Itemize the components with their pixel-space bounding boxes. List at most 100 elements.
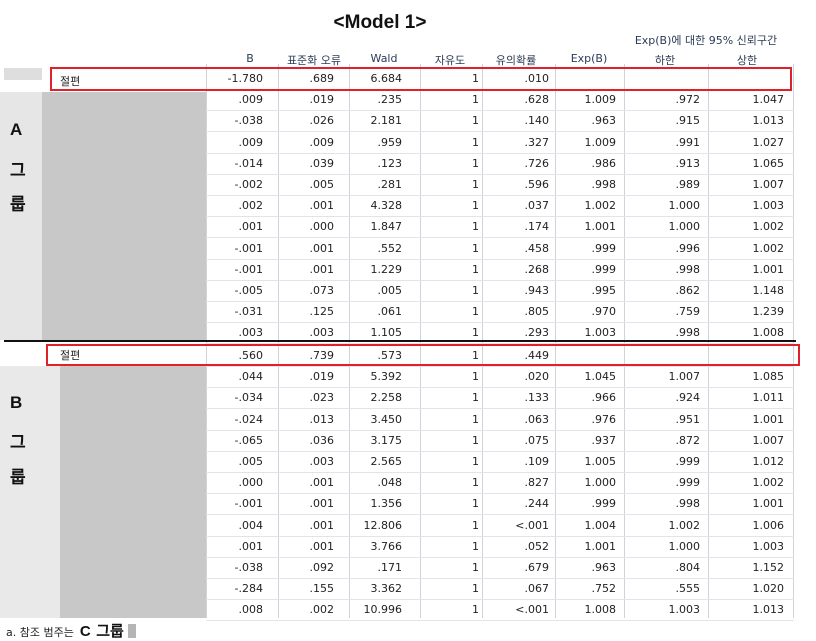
footnote-word: 그룹: [96, 623, 124, 640]
table-cell: 1.000: [668, 539, 701, 553]
table-cell: 1: [472, 114, 479, 128]
table-cell: .998: [591, 178, 617, 191]
table-cell: .943: [524, 284, 550, 297]
intercept-highlight-b: [46, 344, 800, 366]
table-cell: 1.000: [584, 476, 617, 490]
redacted-block: [42, 92, 206, 340]
table-cell: 1.013: [752, 114, 785, 128]
table-cell: 1.001: [584, 539, 617, 553]
table-cell: .555: [675, 582, 701, 596]
table-cell: 1.002: [752, 220, 785, 234]
table-cell: .000: [238, 476, 264, 490]
table-title: <Model 1>: [333, 12, 427, 33]
table-cell: 1: [472, 156, 479, 170]
table-cell: 2.258: [370, 391, 403, 405]
table-cell: .019: [309, 93, 335, 107]
table-cell: .966: [591, 391, 617, 405]
table-cell: 1.356: [370, 497, 403, 511]
table-cell: 1: [472, 603, 479, 617]
intercept-highlight-a: [50, 67, 792, 91]
table-cell: 1.001: [752, 412, 785, 426]
table-cell: -.024: [234, 412, 263, 426]
table-cell: 3.766: [370, 539, 403, 553]
table-cell: .073: [309, 284, 335, 297]
table-cell: -.031: [234, 305, 263, 319]
table-cell: .726: [524, 156, 550, 170]
header-sig: 유의확률: [495, 54, 537, 67]
table-cell: -.001: [234, 262, 263, 276]
table-cell: -.001: [234, 241, 263, 255]
table-cell: .628: [524, 93, 550, 107]
table-cell: 1.009: [584, 93, 617, 107]
table-cell: .026: [309, 114, 335, 128]
table-cell: .020: [524, 370, 550, 384]
table-cell: 12.806: [363, 518, 403, 532]
table-cell: .001: [309, 262, 335, 276]
table-cell: .039: [309, 156, 335, 170]
table-cell: .862: [675, 284, 701, 297]
table-cell: .174: [524, 220, 550, 234]
table-cell: .002: [238, 199, 264, 213]
table-cell: .937: [591, 433, 617, 447]
table-cell: .759: [675, 305, 701, 319]
table-cell: 1: [472, 220, 479, 234]
table-cell: -.014: [234, 156, 263, 170]
table-cell: 1.847: [370, 220, 403, 234]
table-cell: 1.020: [752, 582, 785, 596]
table-cell: 1: [472, 476, 479, 490]
table-cell: 1.003: [752, 539, 785, 553]
table-cell: 3.362: [370, 582, 403, 596]
table-cell: .972: [675, 93, 701, 107]
table-cell: 1.009: [584, 135, 617, 149]
table-cell: .002: [309, 603, 335, 617]
table-cell: 2.565: [370, 455, 403, 468]
table-cell: 1.002: [584, 199, 617, 213]
table-cell: .052: [524, 539, 550, 553]
table-cell: .281: [377, 178, 403, 191]
table-cell: .001: [238, 539, 264, 553]
table-cell: 4.328: [370, 199, 403, 213]
table-cell: 1.002: [668, 518, 701, 532]
table-cell: 1: [472, 412, 479, 426]
table-cell: .075: [524, 433, 550, 447]
group-a-word-2: 룹: [10, 195, 26, 214]
table-cell: .037: [524, 199, 550, 213]
table-cell: 1.027: [752, 135, 785, 149]
table-cell: .092: [309, 561, 335, 574]
table-cell: -.005: [234, 284, 263, 297]
redacted-block: [60, 366, 206, 618]
table-cell: .133: [524, 391, 550, 405]
table-cell: 1: [472, 305, 479, 319]
table-cell: .061: [377, 305, 403, 319]
table-cell: .752: [591, 582, 617, 596]
table-cell: 1.007: [668, 370, 701, 384]
table-cell: .244: [524, 497, 550, 511]
group-a-letter: A: [10, 120, 23, 139]
table-cell: <.001: [515, 603, 549, 617]
table-cell: .827: [524, 476, 550, 490]
table-cell: 1.085: [752, 370, 785, 384]
table-cell: 1.152: [752, 561, 785, 574]
table-cell: 1: [472, 433, 479, 447]
table-cell: .268: [524, 262, 550, 276]
table-cell: 1: [472, 93, 479, 107]
table-cell: 1.002: [752, 476, 785, 490]
table-cell: 1.011: [752, 391, 785, 405]
table-cell: .001: [309, 518, 335, 532]
redacted-block: [0, 366, 60, 618]
table-cell: 1: [472, 391, 479, 405]
table-cell: .013: [309, 412, 335, 426]
table-cell: 1.003: [752, 199, 785, 213]
table-cell: .001: [309, 476, 335, 490]
table-cell: 10.996: [363, 603, 403, 617]
table-cell: .552: [377, 241, 403, 255]
table-cell: 1.065: [752, 156, 785, 170]
redacted-block: [4, 68, 42, 80]
table-cell: 1.013: [752, 603, 785, 617]
header-lower: 하한: [654, 54, 676, 67]
table-cell: 1.002: [752, 241, 785, 255]
table-cell: .235: [377, 93, 403, 107]
table-cell: .001: [309, 199, 335, 213]
table-cell: -.001: [234, 497, 263, 511]
table-cell: 1.001: [584, 220, 617, 234]
